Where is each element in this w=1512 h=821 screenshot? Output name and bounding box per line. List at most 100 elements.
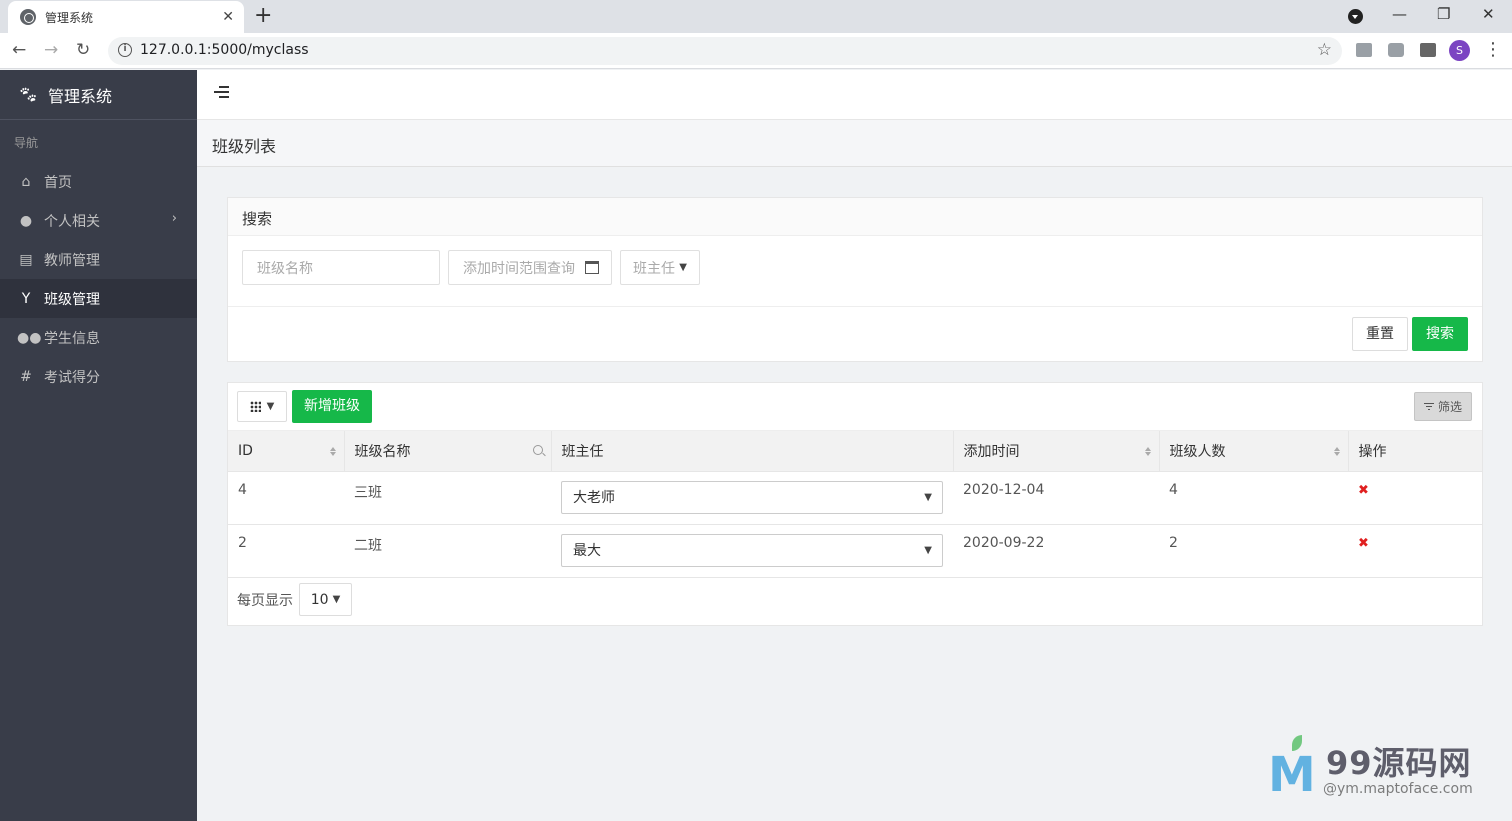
sidebar-item-home[interactable]: ⌂ 首页 xyxy=(0,162,197,201)
globe-icon xyxy=(20,9,36,25)
column-header-count[interactable]: 班级人数 xyxy=(1159,431,1349,472)
cell-actions: ✖ xyxy=(1348,524,1482,578)
search-panel: 搜索 班级名称 添加时间范围查询 班主任 ▼ 重置 搜索 xyxy=(227,197,1483,362)
camera-icon[interactable] xyxy=(1388,43,1404,57)
search-panel-title: 搜索 xyxy=(228,198,1482,236)
add-class-button[interactable]: 新增班级 xyxy=(292,390,372,423)
sidebar-item-teachers[interactable]: ▤ 教师管理 xyxy=(0,240,197,279)
column-header-teacher: 班主任 xyxy=(551,431,954,472)
sidebar-item-label: 考试得分 xyxy=(44,369,100,386)
restore-button[interactable]: ❐ xyxy=(1437,4,1450,24)
filter-button[interactable]: 筛选 xyxy=(1414,392,1472,421)
page-header: 班级列表 xyxy=(197,120,1512,167)
column-header-added[interactable]: 添加时间 xyxy=(953,431,1160,472)
url-field[interactable]: i 127.0.0.1:5000/myclass ☆ xyxy=(108,37,1342,65)
date-range-input[interactable]: 添加时间范围查询 xyxy=(448,250,612,285)
sort-icon[interactable] xyxy=(1144,444,1153,458)
cell-teacher: 大老师 ▼ xyxy=(551,471,953,525)
tab-search-icon[interactable] xyxy=(1348,9,1363,24)
search-icon[interactable] xyxy=(532,445,543,455)
browser-tab-strip: 管理系统 ✕ + — ❐ ✕ xyxy=(0,0,1512,33)
page-size-select[interactable]: 10 ▼ xyxy=(299,583,352,616)
sidebar-item-scores[interactable]: # 考试得分 xyxy=(0,357,197,396)
class-table: ID 班级名称 班主任 添加时间 班级人数 操作 4 三班 大老师 ▼ 2020… xyxy=(228,431,1482,578)
chevron-down-icon: ▼ xyxy=(332,594,341,605)
browser-tab[interactable]: 管理系统 ✕ xyxy=(8,1,244,33)
sidebar-item-label: 班级管理 xyxy=(44,291,100,308)
sidebar-item-students[interactable]: ●● 学生信息 xyxy=(0,318,197,357)
delete-icon[interactable]: ✖ xyxy=(1358,483,1369,498)
column-header-name[interactable]: 班级名称 xyxy=(344,431,552,472)
cell-added: 2020-12-04 xyxy=(953,471,1159,525)
chevron-down-icon: ▼ xyxy=(924,491,932,503)
browser-menu-icon[interactable]: ⋮ xyxy=(1484,40,1502,60)
cell-count: 2 xyxy=(1159,524,1348,578)
teacher-dropdown-value: 最大 xyxy=(573,543,601,559)
forward-button[interactable]: → xyxy=(44,39,58,61)
cell-actions: ✖ xyxy=(1348,471,1482,525)
cast-icon[interactable] xyxy=(1356,43,1372,57)
brand: 🐾︎ 管理系统 xyxy=(0,70,197,120)
home-icon: ⌂ xyxy=(21,173,31,190)
cell-teacher: 最大 ▼ xyxy=(551,524,953,578)
class-table-panel: ▼ 新增班级 筛选 ID 班级名称 班主任 添加时间 班级人数 操作 4 三班 … xyxy=(227,382,1483,626)
watermark-brand: 99源码网 xyxy=(1326,744,1472,782)
column-header-id[interactable]: ID xyxy=(228,431,345,472)
profile-avatar[interactable]: S xyxy=(1449,40,1470,61)
watermark-sub: @ym.maptoface.com xyxy=(1323,781,1473,797)
table-row: 2 二班 最大 ▼ 2020-09-22 2 ✖ xyxy=(228,524,1482,578)
column-toggle-button[interactable]: ▼ xyxy=(237,391,287,422)
teacher-dropdown[interactable]: 最大 ▼ xyxy=(561,533,943,567)
cell-id: 4 xyxy=(228,471,344,525)
new-tab-button[interactable]: + xyxy=(254,4,272,28)
column-header-label: 操作 xyxy=(1358,443,1387,460)
table-row: 4 三班 大老师 ▼ 2020-12-04 4 ✖ xyxy=(228,471,1482,525)
page-size-value: 10 xyxy=(310,591,329,608)
search-button[interactable]: 搜索 xyxy=(1412,317,1468,351)
column-header-label: 班主任 xyxy=(561,443,604,460)
teacher-dropdown-value: 大老师 xyxy=(573,490,615,506)
table-header-row: ID 班级名称 班主任 添加时间 班级人数 操作 xyxy=(228,431,1482,472)
sort-icon[interactable] xyxy=(1333,444,1342,458)
reload-button[interactable]: ↻ xyxy=(76,39,90,61)
page-size-label: 每页显示 xyxy=(237,592,293,609)
sidebar-item-classes[interactable]: Y 班级管理 xyxy=(0,279,197,318)
glass-icon: Y xyxy=(21,290,31,307)
menu-toggle-icon[interactable] xyxy=(214,86,229,99)
class-name-input[interactable]: 班级名称 xyxy=(242,250,440,285)
teacher-select[interactable]: 班主任 ▼ xyxy=(620,250,700,285)
cell-name: 三班 xyxy=(344,471,551,525)
sidebar-item-personal[interactable]: ● 个人相关 › xyxy=(0,201,197,240)
reset-button[interactable]: 重置 xyxy=(1352,317,1408,351)
extensions-icon[interactable] xyxy=(1420,43,1436,57)
delete-icon[interactable]: ✖ xyxy=(1358,536,1369,551)
teacher-dropdown[interactable]: 大老师 ▼ xyxy=(561,480,943,514)
brand-title: 管理系统 xyxy=(48,86,113,106)
bookmark-star-icon[interactable]: ☆ xyxy=(1317,40,1332,60)
cell-count: 4 xyxy=(1159,471,1348,525)
list-icon: ▤ xyxy=(19,251,33,268)
nav-header: 导航 xyxy=(14,136,39,150)
close-window-button[interactable]: ✕ xyxy=(1482,4,1495,24)
chevron-right-icon: › xyxy=(171,211,177,226)
m-logo-icon: M xyxy=(1268,747,1316,803)
chevron-down-icon: ▼ xyxy=(266,401,275,412)
info-icon[interactable]: i xyxy=(118,43,132,57)
chevron-down-icon: ▼ xyxy=(924,544,932,556)
cell-id: 2 xyxy=(228,524,344,578)
chevron-down-icon: ▼ xyxy=(679,262,687,273)
sort-icon[interactable] xyxy=(329,444,338,458)
minimize-button[interactable]: — xyxy=(1392,4,1407,24)
back-button[interactable]: ← xyxy=(12,39,26,61)
sidebar: 🐾︎ 管理系统 导航 ⌂ 首页 ● 个人相关 › ▤ 教师管理 Y 班级管理 ●… xyxy=(0,70,197,821)
teacher-select-placeholder: 班主任 xyxy=(633,260,675,277)
hash-icon: # xyxy=(20,368,32,385)
table-toolbar: ▼ 新增班级 筛选 xyxy=(228,383,1482,431)
grid-icon xyxy=(249,401,261,412)
calendar-icon xyxy=(585,261,599,274)
tab-title: 管理系统 xyxy=(45,10,94,25)
column-header-actions: 操作 xyxy=(1348,431,1482,472)
sidebar-item-label: 个人相关 xyxy=(44,213,100,230)
filter-icon xyxy=(1423,402,1434,411)
close-tab-icon[interactable]: ✕ xyxy=(222,9,234,25)
